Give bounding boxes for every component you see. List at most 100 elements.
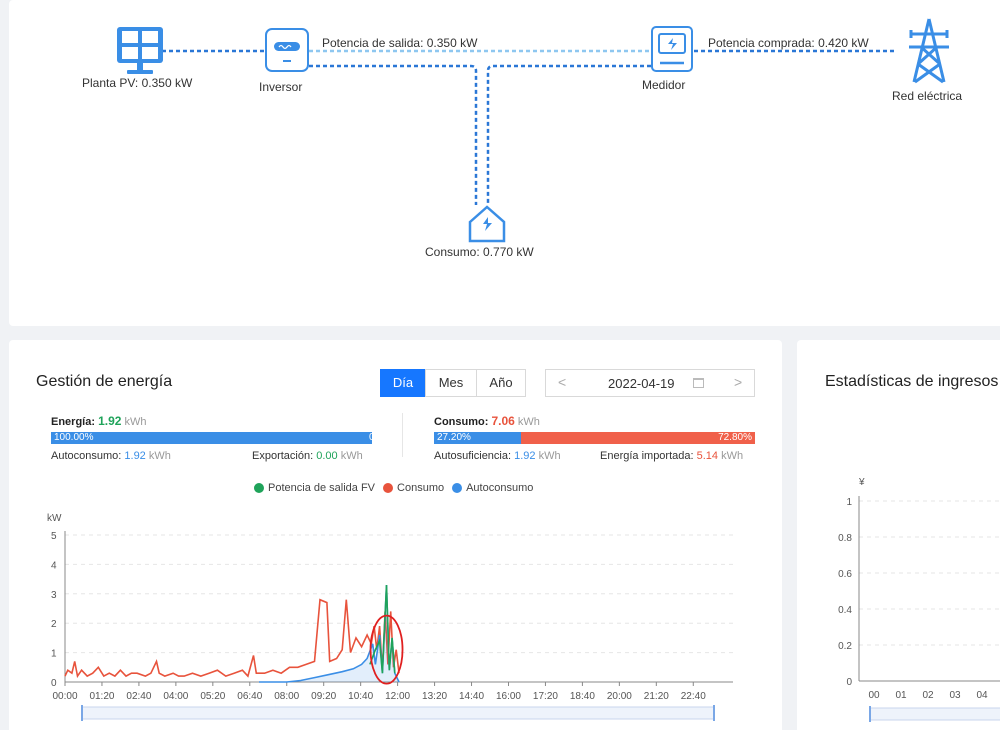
consumption-label: Consumo: 0.770 kW bbox=[425, 245, 534, 259]
income-stats-card: Estadísticas de ingresos ¥1 0.8 0.6 0.4 0.2 0… bbox=[797, 340, 1000, 730]
income-chart: ¥10.80.60.40.2000 01 02 03 04 bbox=[838, 477, 1000, 722]
house-icon bbox=[468, 205, 506, 243]
y-tick-label: 1 bbox=[51, 649, 57, 660]
x-tick-label: 06:40 bbox=[237, 691, 262, 702]
consumption-header: Consumo: 7.06 kWh bbox=[434, 414, 540, 428]
self-consumption-label: Autoconsumo: bbox=[51, 450, 122, 462]
y-tick-label: 3 bbox=[51, 590, 57, 601]
legend-dot-pv bbox=[254, 483, 264, 493]
imported-energy-bar: 72.80% bbox=[521, 432, 755, 444]
income-y-tick: 0 bbox=[846, 677, 852, 688]
date-value[interactable]: 2022-04-19 bbox=[608, 376, 675, 391]
date-picker[interactable]: < 2022-04-19 > bbox=[545, 369, 755, 397]
self-sufficiency-value: 1.92 bbox=[514, 450, 536, 462]
consumption-value: 7.06 bbox=[491, 414, 515, 428]
imported-energy-unit: kWh bbox=[721, 450, 744, 462]
calendar-icon[interactable] bbox=[693, 378, 704, 388]
self-sufficiency-unit: kWh bbox=[538, 450, 561, 462]
legend-self-label: Autoconsumo bbox=[466, 482, 534, 494]
x-tick-label: 17:20 bbox=[533, 691, 558, 702]
solar-panel-icon bbox=[117, 27, 163, 74]
tab-year[interactable]: Año bbox=[476, 369, 526, 397]
income-y-tick: 0.8 bbox=[838, 533, 852, 544]
meter-to-consumption-line bbox=[486, 64, 651, 205]
x-tick-label: 18:40 bbox=[570, 691, 595, 702]
inverter-icon bbox=[265, 28, 309, 72]
period-tabs: Día Mes Año bbox=[380, 369, 526, 397]
self-consumption-unit: kWh bbox=[148, 450, 171, 462]
energy-value: 1.92 bbox=[98, 414, 122, 428]
x-tick-label: 12:00 bbox=[385, 691, 410, 702]
self-consumption-stat: Autoconsumo: 1.92 kWh bbox=[51, 450, 171, 462]
x-tick-label: 05:20 bbox=[200, 691, 225, 702]
output-power-label: Potencia de salida: 0.350 kW bbox=[322, 36, 478, 50]
imported-energy-stat: Energía importada: 5.14 kWh bbox=[600, 450, 743, 462]
income-x-tick: 01 bbox=[895, 690, 907, 701]
prev-date-button[interactable]: < bbox=[558, 374, 566, 390]
inverter-label: Inversor bbox=[259, 80, 303, 94]
x-tick-label: 22:40 bbox=[681, 691, 706, 702]
x-tick-label: 20:00 bbox=[607, 691, 632, 702]
x-tick-label: 10:40 bbox=[348, 691, 373, 702]
legend-consumption[interactable]: Consumo bbox=[383, 482, 444, 494]
legend-self-consumption[interactable]: Autoconsumo bbox=[452, 482, 533, 494]
x-tick-label: 09:20 bbox=[311, 691, 336, 702]
tab-day[interactable]: Día bbox=[380, 369, 426, 397]
income-range-slider bbox=[869, 707, 1000, 721]
export-value: 0.00 bbox=[316, 450, 338, 462]
export-label: Exportación: bbox=[252, 450, 314, 462]
chart-legend: Potencia de salida FV Consumo Autoconsum… bbox=[254, 482, 533, 494]
export-unit: kWh bbox=[340, 450, 363, 462]
next-date-button[interactable]: > bbox=[734, 374, 742, 390]
power-tower-icon bbox=[909, 18, 949, 84]
consumption-split-bar: 27.20% 72.80% bbox=[434, 432, 755, 444]
energy-management-card: Gestión de energía Día Mes Año < 2022-04… bbox=[9, 340, 782, 730]
self-consumption-bar: 100.00% bbox=[51, 432, 372, 444]
legend-dot-self bbox=[452, 483, 463, 493]
inverter-to-consumption-line bbox=[309, 64, 478, 205]
power-line-chart: kW 5 4 3 2 1 0 00:00 01:20 02:40 04:00 05:20 06:40 08… bbox=[47, 513, 733, 721]
stats-divider bbox=[402, 413, 403, 457]
time-range-slider bbox=[81, 706, 715, 720]
x-tick-label: 04:00 bbox=[163, 691, 188, 702]
x-tick-label: 02:40 bbox=[126, 691, 151, 702]
x-tick-label: 08:00 bbox=[274, 691, 299, 702]
energy-flow-panel: Planta PV: 0.350 kW Inversor Potencia de… bbox=[9, 0, 1000, 326]
income-x-tick: 02 bbox=[922, 690, 934, 701]
income-y-tick: 1 bbox=[846, 497, 852, 508]
income-y-tick: 0.4 bbox=[838, 605, 852, 616]
legend-pv-label: Potencia de salida FV bbox=[268, 482, 376, 494]
x-tick-label: 01:20 bbox=[89, 691, 114, 702]
consumption-title: Consumo: bbox=[434, 416, 489, 428]
income-x-tick: 00 bbox=[868, 690, 880, 701]
energy-management-title: Gestión de energía bbox=[36, 373, 173, 390]
energy-header: Energía: 1.92 kWh bbox=[51, 414, 147, 428]
x-tick-label: 00:00 bbox=[52, 691, 77, 702]
imported-energy-value: 5.14 bbox=[696, 450, 719, 462]
grid-label: Red eléctrica bbox=[892, 89, 963, 103]
tab-month[interactable]: Mes bbox=[425, 369, 477, 397]
purchased-power-label: Potencia comprada: 0.420 kW bbox=[708, 36, 869, 50]
series-line-consumo bbox=[64, 598, 400, 679]
y-tick-label: 0 bbox=[51, 678, 57, 689]
energy-title: Energía: bbox=[51, 416, 96, 428]
export-stat: Exportación: 0.00 kWh bbox=[252, 450, 363, 462]
income-y-tick: 0.6 bbox=[838, 569, 852, 580]
x-tick-label: 16:00 bbox=[496, 691, 521, 702]
consumption-unit: kWh bbox=[517, 416, 540, 428]
pv-plant-label: Planta PV: 0.350 kW bbox=[82, 76, 193, 90]
self-sufficiency-bar: 27.20% bbox=[434, 432, 522, 444]
legend-consumption-label: Consumo bbox=[397, 482, 445, 494]
self-sufficiency-stat: Autosuficiencia: 1.92 kWh bbox=[434, 450, 561, 462]
self-sufficiency-label: Autosuficiencia: bbox=[434, 450, 512, 462]
y-tick-label: 2 bbox=[51, 619, 57, 630]
income-y-tick: 0.2 bbox=[838, 641, 852, 652]
income-x-tick: 03 bbox=[949, 690, 961, 701]
legend-pv-output[interactable]: Potencia de salida FV bbox=[254, 482, 375, 494]
x-tick-label: 13:20 bbox=[422, 691, 447, 702]
y-axis-unit: kW bbox=[47, 513, 62, 524]
energy-unit: kWh bbox=[124, 416, 147, 428]
income-x-tick: 04 bbox=[976, 690, 988, 701]
currency-label: ¥ bbox=[858, 477, 865, 488]
imported-energy-label: Energía importada: bbox=[600, 450, 694, 462]
